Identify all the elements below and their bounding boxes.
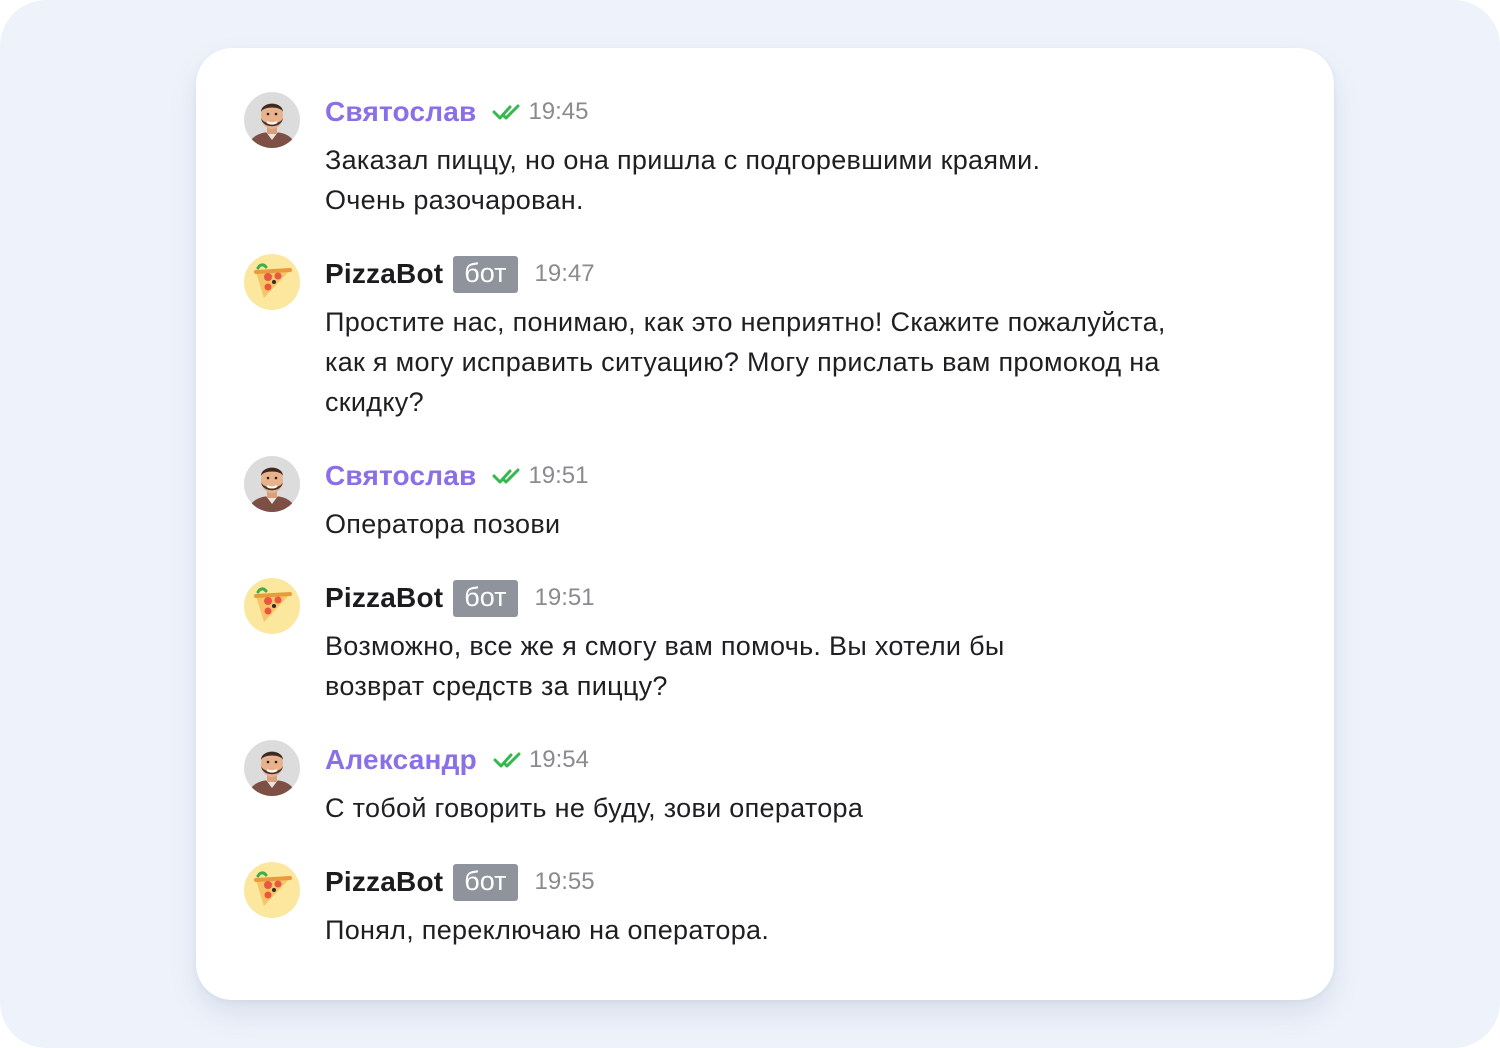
message-text: Заказал пиццу, но она пришла с подгоревш… [325, 145, 1041, 215]
bot-badge: бот [453, 863, 518, 901]
author-name[interactable]: PizzaBot [325, 866, 443, 898]
bot-avatar[interactable] [244, 862, 300, 918]
message-time: 19:45 [528, 98, 589, 125]
message-text: Оператора позови [325, 509, 561, 539]
bot-avatar[interactable] [244, 578, 300, 634]
author-name[interactable]: PizzaBot [325, 258, 443, 290]
message-text: Возможно, все же я смогу вам помочь. Вы … [325, 631, 1005, 701]
double-check-icon [492, 466, 522, 486]
bot-avatar[interactable] [244, 254, 300, 310]
chat-card: Святослав 19:45 Заказал пиццу, но она пр… [196, 48, 1334, 1000]
page-background: Святослав 19:45 Заказал пиццу, но она пр… [0, 0, 1500, 1048]
author-name[interactable]: PizzaBot [325, 582, 443, 614]
bot-badge: бот [453, 579, 518, 617]
message-time: 19:51 [534, 584, 595, 611]
user-avatar[interactable] [244, 92, 300, 148]
message-header: Святослав 19:51 [325, 456, 589, 496]
double-check-icon [493, 750, 523, 770]
message-header: PizzaBot бот 19:47 [325, 254, 595, 294]
author-name[interactable]: Александр [325, 744, 477, 776]
author-name[interactable]: Святослав [325, 96, 476, 128]
author-name[interactable]: Святослав [325, 460, 476, 492]
user-avatar[interactable] [244, 456, 300, 512]
bot-badge: бот [453, 255, 518, 293]
message-header: Святослав 19:45 [325, 92, 589, 132]
user-avatar[interactable] [244, 740, 300, 796]
message-text: Понял, переключаю на оператора. [325, 915, 770, 945]
double-check-icon [492, 102, 522, 122]
message-time: 19:51 [528, 462, 589, 489]
message-text: С тобой говорить не буду, зови оператора [325, 793, 864, 823]
message-time: 19:54 [528, 746, 589, 773]
message-time: 19:47 [534, 260, 595, 287]
message-time: 19:55 [534, 868, 595, 895]
message-header: PizzaBot бот 19:55 [325, 862, 595, 902]
message-header: Александр 19:54 [325, 740, 589, 780]
message-text: Простите нас, понимаю, как это неприятно… [325, 307, 1166, 417]
message-header: PizzaBot бот 19:51 [325, 578, 595, 618]
